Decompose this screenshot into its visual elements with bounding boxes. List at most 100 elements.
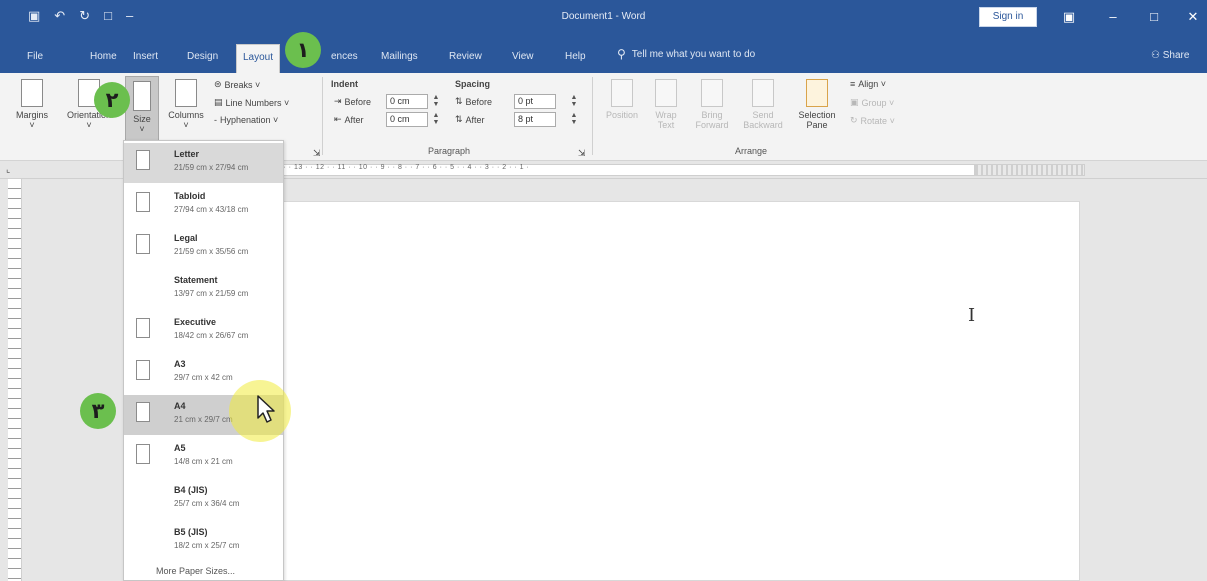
rotate-icon: ↻ [850, 115, 858, 125]
title-bar: ▣ ↶ ↻ □ – Document1 - Word Sign in ▣ – □… [0, 0, 1207, 35]
tell-me-text: Tell me what you want to do [631, 48, 756, 60]
divider [322, 77, 323, 155]
minimize-icon[interactable]: – [1101, 6, 1125, 28]
group-button[interactable]: ▣ Group ˅ [850, 97, 894, 108]
columns-icon [175, 79, 197, 107]
tab-home[interactable]: Home [90, 51, 117, 62]
customize-icon[interactable]: – [126, 9, 133, 23]
spacing-before-spinner[interactable]: ▲ ▼ [570, 94, 578, 109]
chevron-down-icon: ˅ [86, 120, 92, 130]
indent-before-field[interactable]: 0 cm [386, 94, 428, 109]
document-page[interactable] [150, 201, 1080, 581]
paper-size-b4-jis[interactable]: B4 (JIS) 25/7 cm x 36/4 cm [124, 479, 283, 519]
tab-layout[interactable]: Layout [236, 44, 281, 73]
send-backward-button[interactable]: Send Backward [738, 79, 788, 141]
save-icon[interactable]: ▣ [28, 9, 40, 23]
indent-label: Indent [331, 79, 358, 89]
send-backward-icon [752, 79, 774, 107]
spacing-before-label: ⇅ Before [455, 96, 493, 107]
share-button[interactable]: ⚇ Share [1151, 50, 1189, 61]
page-icon [136, 192, 150, 212]
send-backward-label: Send Backward [743, 110, 783, 130]
page-icon [136, 402, 150, 422]
step-badge-3: ٣ [80, 393, 116, 429]
page-icon [136, 360, 150, 380]
size-icon [133, 81, 151, 111]
redo-icon[interactable]: ↻ [79, 9, 90, 23]
indent-right-icon: ⇤ [334, 114, 342, 124]
lightbulb-icon: ⚲ [617, 47, 626, 61]
tab-mailings[interactable]: Mailings [381, 51, 418, 62]
tab-references[interactable]: ences [331, 51, 358, 62]
spacing-after-label: ⇅ After [455, 114, 485, 125]
margins-icon [21, 79, 43, 107]
tab-view[interactable]: View [512, 51, 534, 62]
line-numbers-button[interactable]: ▤ Line Numbers ˅ [214, 97, 289, 108]
page-icon [136, 444, 150, 464]
columns-label: Columns [168, 110, 204, 120]
tab-file[interactable]: File [27, 51, 43, 62]
close-icon[interactable]: ✕ [1181, 6, 1205, 28]
wrap-text-label: Wrap Text [655, 110, 677, 130]
page-setup-launcher-icon[interactable]: ⇲ [313, 148, 321, 159]
new-document-icon[interactable]: □ [104, 9, 112, 23]
rotate-button[interactable]: ↻ Rotate ˅ [850, 115, 895, 126]
position-button[interactable]: Position [600, 79, 644, 141]
more-paper-sizes-link[interactable]: More Paper Sizes... [156, 566, 235, 576]
tab-selector-icon[interactable]: ⌞ [6, 164, 10, 175]
bring-forward-button[interactable]: Bring Forward [690, 79, 734, 141]
spacing-before-icon: ⇅ [455, 96, 463, 106]
bring-forward-icon [701, 79, 723, 107]
horizontal-ruler[interactable]: · 1 · 15 · · 14 · · 13 · · 12 · · 11 · ·… [230, 164, 975, 176]
columns-button[interactable]: Columns ˅ [164, 79, 208, 141]
page-icon [136, 318, 150, 338]
paper-size-legal[interactable]: Legal 21/59 cm x 35/56 cm [124, 227, 283, 267]
indent-after-spinner[interactable]: ▲ ▼ [432, 112, 440, 127]
spacing-before-field[interactable]: 0 pt [514, 94, 556, 109]
indent-after-field[interactable]: 0 cm [386, 112, 428, 127]
spacing-after-field[interactable]: 8 pt [514, 112, 556, 127]
indent-after-label: ⇤ After [334, 114, 364, 125]
indent-before-spinner[interactable]: ▲ ▼ [432, 94, 440, 109]
size-dropdown-menu: Letter 21/59 cm x 27/94 cm Tabloid 27/94… [123, 140, 284, 581]
quick-access-toolbar: ▣ ↶ ↻ □ – [28, 9, 133, 23]
paper-size-letter[interactable]: Letter 21/59 cm x 27/94 cm [124, 143, 283, 183]
bring-forward-label: Bring Forward [695, 110, 729, 130]
tab-design[interactable]: Design [187, 51, 218, 62]
line-numbers-label: Line Numbers ˅ [225, 97, 290, 108]
paper-size-executive[interactable]: Executive 18/42 cm x 26/67 cm [124, 311, 283, 351]
mouse-pointer-icon [257, 395, 275, 423]
paragraph-launcher-icon[interactable]: ⇲ [578, 148, 586, 159]
size-label: Size [133, 114, 151, 124]
breaks-button[interactable]: ⊜ Breaks ˅ [214, 79, 260, 90]
paper-size-statement[interactable]: Statement 13/97 cm x 21/59 cm [124, 269, 283, 309]
paper-size-a5[interactable]: A5 14/8 cm x 21 cm [124, 437, 283, 477]
paper-size-b5-jis[interactable]: B5 (JIS) 18/2 cm x 25/7 cm [124, 521, 283, 561]
tab-help[interactable]: Help [565, 51, 586, 62]
ribbon-display-icon[interactable]: ▣ [1057, 6, 1081, 28]
tab-review[interactable]: Review [449, 51, 482, 62]
maximize-icon[interactable]: □ [1142, 6, 1166, 28]
wrap-text-button[interactable]: Wrap Text [646, 79, 686, 141]
align-button[interactable]: ≡ Align ˅ [850, 79, 886, 89]
breaks-label: Breaks ˅ [224, 79, 261, 90]
tab-insert[interactable]: Insert [133, 51, 158, 62]
spacing-after-spinner[interactable]: ▲ ▼ [570, 112, 578, 127]
undo-icon[interactable]: ↶ [54, 9, 65, 23]
hyphenation-button[interactable]: ‐ Hyphenation ˅ [214, 115, 278, 125]
selection-pane-icon [806, 79, 828, 107]
margins-button[interactable]: Margins ˅ [10, 79, 54, 141]
vertical-ruler[interactable] [8, 179, 22, 581]
person-icon: ⚇ [1151, 50, 1160, 61]
page-icon [136, 150, 150, 170]
selection-pane-button[interactable]: Selection Pane [794, 79, 840, 141]
tell-me-box[interactable]: ⚲ Tell me what you want to do [617, 47, 755, 61]
size-button[interactable]: Size ˅ [125, 76, 159, 142]
paper-size-tabloid[interactable]: Tabloid 27/94 cm x 43/18 cm [124, 185, 283, 225]
rotate-label: Rotate ˅ [860, 115, 895, 126]
sign-in-button[interactable]: Sign in [979, 7, 1037, 27]
indent-left-icon: ⇥ [334, 96, 342, 106]
indent-before-label: ⇥ Before [334, 96, 372, 107]
align-label: Align ˅ [858, 79, 887, 89]
divider [592, 77, 593, 155]
